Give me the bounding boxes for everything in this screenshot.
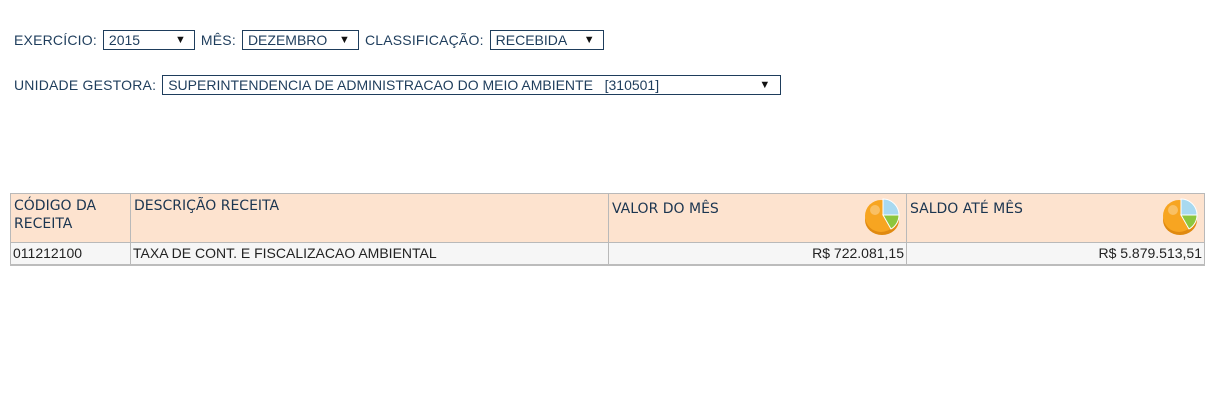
classificacao-select[interactable]: RECEBIDA ▼	[489, 30, 604, 50]
chevron-down-icon: ▼	[759, 79, 771, 91]
receitas-table: CÓDIGO DA RECEITA DESCRIÇÃO RECEITA VALO…	[10, 193, 1205, 266]
mes-value: DEZEMBRO	[247, 32, 328, 48]
pie-chart-icon[interactable]	[1160, 197, 1200, 237]
table-header-row: CÓDIGO DA RECEITA DESCRIÇÃO RECEITA VALO…	[10, 193, 1205, 243]
mes-select[interactable]: DEZEMBRO ▼	[241, 30, 359, 50]
header-descricao: DESCRIÇÃO RECEITA	[130, 193, 609, 243]
cell-descricao: TAXA DE CONT. E FISCALIZACAO AMBIENTAL	[130, 242, 609, 266]
cell-codigo: 011212100	[10, 242, 131, 266]
mes-label: MÊS:	[200, 32, 236, 48]
header-valor-mes: VALOR DO MÊS	[608, 193, 907, 243]
exercicio-value: 2015	[108, 32, 141, 48]
cell-valor-mes: R$ 722.081,15	[608, 242, 907, 266]
unidade-value: SUPERINTENDENCIA DE ADMINISTRACAO DO MEI…	[168, 77, 660, 93]
classificacao-value: RECEBIDA	[495, 32, 568, 48]
header-codigo: CÓDIGO DA RECEITA	[10, 193, 131, 243]
chevron-down-icon: ▼	[175, 34, 186, 46]
table-row[interactable]: 011212100 TAXA DE CONT. E FISCALIZACAO A…	[10, 242, 1205, 266]
header-saldo-label: SALDO ATÉ MÊS	[910, 201, 1023, 217]
chevron-down-icon: ▼	[339, 34, 350, 46]
pie-chart-icon[interactable]	[862, 197, 902, 237]
cell-saldo: R$ 5.879.513,51	[906, 242, 1205, 266]
header-saldo: SALDO ATÉ MÊS	[906, 193, 1205, 243]
unidade-label: UNIDADE GESTORA:	[14, 77, 157, 93]
filter-row-unidade: UNIDADE GESTORA: SUPERINTENDENCIA DE ADM…	[14, 75, 787, 95]
chevron-down-icon: ▼	[583, 34, 595, 46]
header-valor-mes-label: VALOR DO MÊS	[612, 201, 719, 217]
classificacao-label: CLASSIFICAÇÃO:	[364, 32, 484, 48]
exercicio-label: EXERCÍCIO:	[14, 32, 97, 48]
filter-row-period: EXERCÍCIO: 2015 ▼ MÊS: DEZEMBRO ▼ CLASSI…	[14, 30, 610, 50]
unidade-select[interactable]: SUPERINTENDENCIA DE ADMINISTRACAO DO MEI…	[162, 75, 782, 95]
exercicio-select[interactable]: 2015 ▼	[102, 30, 195, 50]
